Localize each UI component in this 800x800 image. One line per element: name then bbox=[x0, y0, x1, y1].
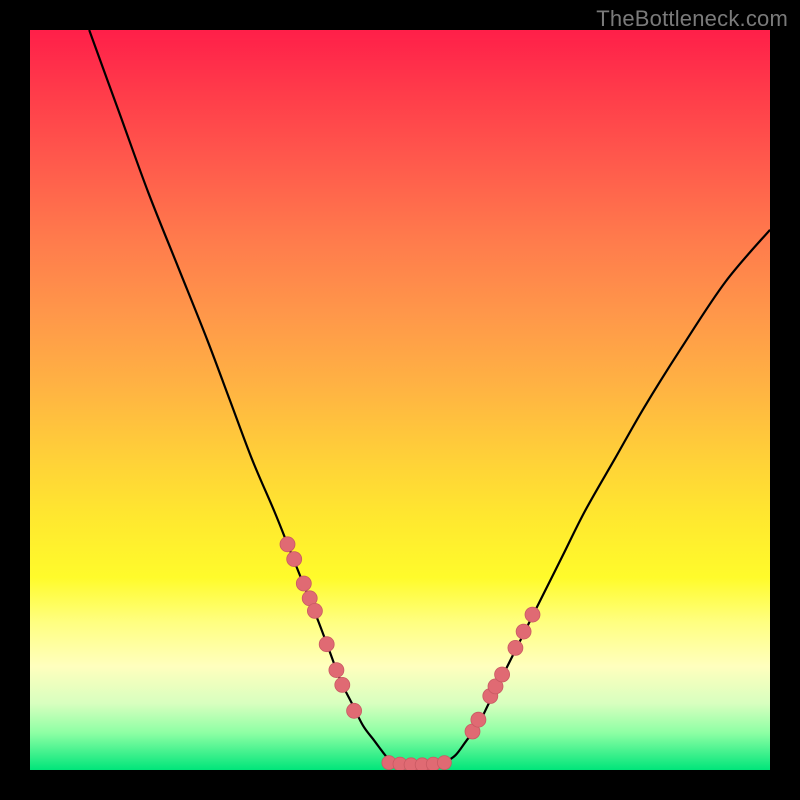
data-marker bbox=[335, 677, 350, 692]
data-marker bbox=[437, 756, 451, 770]
data-marker bbox=[471, 712, 486, 727]
chart-svg bbox=[30, 30, 770, 770]
left-curve bbox=[89, 30, 392, 763]
data-marker bbox=[495, 667, 510, 682]
markers-right bbox=[465, 607, 540, 739]
data-marker bbox=[280, 537, 295, 552]
data-marker bbox=[307, 603, 322, 618]
markers-bottom bbox=[382, 756, 452, 770]
chart-frame: TheBottleneck.com bbox=[0, 0, 800, 800]
data-marker bbox=[347, 703, 362, 718]
plot-area bbox=[30, 30, 770, 770]
data-marker bbox=[329, 663, 344, 678]
watermark-text: TheBottleneck.com bbox=[596, 6, 788, 32]
data-marker bbox=[525, 607, 540, 622]
data-marker bbox=[296, 576, 311, 591]
data-marker bbox=[508, 640, 523, 655]
data-marker bbox=[287, 552, 302, 567]
data-marker bbox=[319, 637, 334, 652]
data-marker bbox=[516, 624, 531, 639]
